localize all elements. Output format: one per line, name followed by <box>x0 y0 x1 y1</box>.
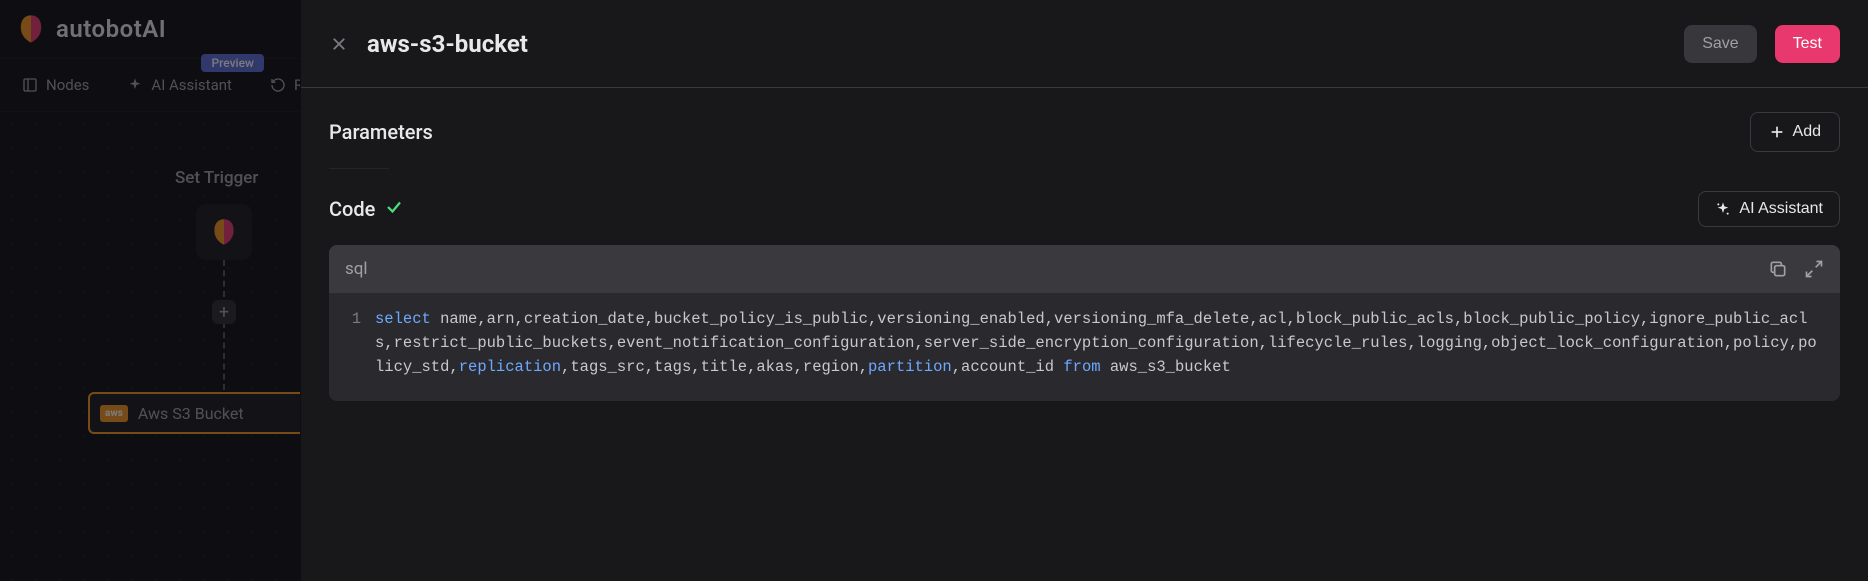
code-label: Code <box>329 197 403 221</box>
sparkle-icon <box>1715 201 1731 217</box>
plus-icon <box>1769 124 1785 140</box>
parameters-section-header: Parameters Add <box>329 112 1840 152</box>
copy-icon[interactable] <box>1768 259 1788 279</box>
keyword-from: from <box>1063 358 1100 376</box>
line-number: 1 <box>329 307 375 379</box>
check-icon <box>385 197 403 221</box>
parameters-label: Parameters <box>329 120 433 144</box>
save-button[interactable]: Save <box>1684 25 1756 63</box>
add-parameter-button[interactable]: Add <box>1750 112 1840 152</box>
code-header: sql <box>329 245 1840 293</box>
keyword-select: select <box>375 310 431 328</box>
panel-title: aws-s3-bucket <box>367 30 1666 58</box>
code-block: sql 1 select name,arn,creation_date,buck… <box>329 245 1840 401</box>
detail-panel: aws-s3-bucket Save Test Parameters Add C… <box>300 0 1868 581</box>
panel-body: Parameters Add Code AI Assistant sql <box>301 88 1868 581</box>
close-icon <box>330 35 348 53</box>
panel-header: aws-s3-bucket Save Test <box>301 0 1868 88</box>
code-section-header: Code AI Assistant <box>329 191 1840 227</box>
test-button[interactable]: Test <box>1775 25 1840 63</box>
code-ai-assistant-button[interactable]: AI Assistant <box>1698 191 1840 227</box>
expand-icon[interactable] <box>1804 259 1824 279</box>
code-content[interactable]: select name,arn,creation_date,bucket_pol… <box>375 307 1840 379</box>
ai-assistant-button-label: AI Assistant <box>1739 200 1823 218</box>
keyword-replication: replication <box>459 358 561 376</box>
code-label-text: Code <box>329 197 375 221</box>
keyword-partition: partition <box>868 358 952 376</box>
code-segment: ,account_id <box>952 358 1064 376</box>
close-button[interactable] <box>329 34 349 54</box>
code-language: sql <box>345 259 368 279</box>
section-separator <box>329 168 389 169</box>
code-actions <box>1768 259 1824 279</box>
add-button-label: Add <box>1793 123 1821 141</box>
code-segment: aws_s3_bucket <box>1101 358 1231 376</box>
code-segment: ,tags_src,tags,title,akas,region, <box>561 358 868 376</box>
code-body[interactable]: 1 select name,arn,creation_date,bucket_p… <box>329 293 1840 401</box>
